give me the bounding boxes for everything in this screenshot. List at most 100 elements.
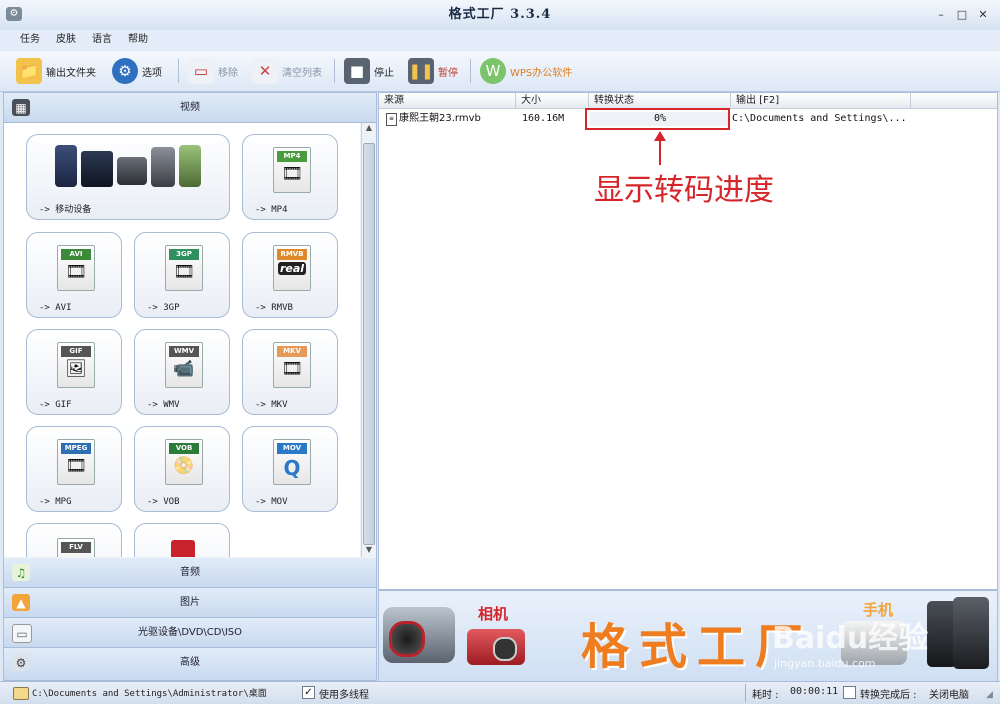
menu-skin[interactable]: 皮肤 — [56, 30, 76, 50]
smartphone-icon — [953, 597, 989, 669]
stop-label: 停止 — [374, 67, 394, 79]
mpeg-icon: MPEG 🎞 — [57, 439, 95, 485]
progress-highlight-box — [585, 108, 730, 130]
format-tag: AVI — [61, 249, 91, 260]
format-glyph: 📹 — [173, 359, 195, 379]
tile-flv[interactable]: FLV — [26, 523, 122, 557]
clear-list-label: 清空列表 — [282, 67, 322, 79]
disc-category-label: 光驱设备\DVD\CD\ISO — [137, 627, 243, 638]
options-button[interactable]: ⚙ 选项 — [112, 56, 162, 86]
video-category-label: 视频 — [180, 102, 200, 113]
column-header-output[interactable]: 输出 [F2] — [731, 93, 911, 109]
audio-category-header[interactable]: ♫ 音频 — [4, 558, 376, 588]
file-icon: ≡ — [386, 113, 397, 126]
toolbar-separator — [470, 59, 471, 83]
gif-icon: GIF 🖼 — [57, 342, 95, 388]
row-output: C:\Documents and Settings\... — [732, 113, 907, 124]
pause-icon: ❚❚ — [408, 58, 434, 84]
advanced-category-label: 高级 — [180, 657, 200, 668]
status-bar: C:\Documents and Settings\Administrator\… — [0, 681, 1000, 704]
window-title: 格式工厂 3.3.4 — [448, 7, 552, 22]
output-path[interactable]: C:\Documents and Settings\Administrator\… — [32, 686, 267, 699]
stop-button[interactable]: ■ 停止 — [344, 56, 394, 86]
image-category-label: 图片 — [180, 597, 200, 608]
tile-caption: -> RMVB — [255, 303, 293, 313]
menu-help[interactable]: 帮助 — [128, 30, 148, 50]
wps-button[interactable]: W WPS办公软件 — [480, 56, 572, 86]
flv-icon: FLV — [57, 538, 95, 557]
clear-list-button[interactable]: ✕ 清空列表 — [252, 56, 322, 86]
scroll-thumb[interactable] — [363, 143, 375, 545]
tile-mobile-devices[interactable]: -> 移动设备 — [26, 134, 230, 220]
tile-avi[interactable]: AVI 🎞 -> AVI — [26, 232, 122, 318]
disc-category-header[interactable]: ▭ 光驱设备\DVD\CD\ISO — [4, 618, 376, 648]
row-size: 160.16M — [522, 113, 565, 124]
tile-3gp[interactable]: 3GP 🎞 -> 3GP — [134, 232, 230, 318]
folder-icon: 📁 — [16, 58, 42, 84]
options-label: 选项 — [142, 67, 162, 79]
advanced-category-header[interactable]: ⚙ 高级 — [4, 648, 376, 681]
after-done-label: 转换完成后 : — [860, 690, 917, 701]
tile-wmv[interactable]: WMV 📹 -> WMV — [134, 329, 230, 415]
tile-swf[interactable] — [134, 523, 230, 557]
resize-grip-icon[interactable]: ◢ — [986, 690, 993, 700]
row-source: 康熙王朝23.rmvb — [399, 113, 481, 124]
scroll-up-arrow[interactable]: ▲ — [363, 123, 375, 135]
maximize-button[interactable]: □ — [955, 8, 969, 22]
toolbar-separator — [334, 59, 335, 83]
tile-caption: -> MOV — [255, 497, 288, 507]
shutdown-checkbox[interactable] — [843, 686, 856, 699]
mp4-icon: MP4 🎞 — [273, 147, 311, 193]
image-category-header[interactable]: ▲ 图片 — [4, 588, 376, 618]
tile-caption: -> 移动设备 — [39, 205, 92, 215]
folder-path-icon[interactable] — [13, 687, 29, 700]
format-glyph: 🎞 — [281, 164, 303, 184]
menu-language[interactable]: 语言 — [92, 30, 112, 50]
tile-caption: -> 3GP — [147, 303, 180, 313]
tile-vob[interactable]: VOB 📀 -> VOB — [134, 426, 230, 512]
remove-icon: ▭ — [188, 58, 214, 84]
column-header-status[interactable]: 转换状态 — [589, 93, 731, 109]
format-tag: MP4 — [277, 151, 307, 162]
column-header-size[interactable]: 大小 — [516, 93, 589, 109]
elapsed-time: 00:00:11 — [790, 686, 839, 697]
minimize-button[interactable]: – — [934, 8, 948, 22]
video-category-header[interactable]: ▦ 视频 — [4, 93, 376, 123]
tile-mp4[interactable]: MP4 🎞 -> MP4 — [242, 134, 338, 220]
pause-button[interactable]: ❚❚ 暂停 — [408, 56, 458, 86]
rmvb-icon: RMVB real — [273, 245, 311, 291]
output-folder-button[interactable]: 📁 输出文件夹 — [16, 56, 96, 86]
column-header-source[interactable]: 来源 — [379, 93, 516, 109]
category-panel: ▦ 视频 -> 移动设备 MP4 🎞 -> MP4 AVI 🎞 -> AVI 3… — [3, 92, 377, 682]
tile-caption: -> MP4 — [255, 205, 288, 215]
tile-mpg[interactable]: MPEG 🎞 -> MPG — [26, 426, 122, 512]
annotation-arrow — [654, 131, 666, 165]
menu-task[interactable]: 任务 — [20, 30, 40, 50]
promo-banner[interactable]: 相机 格式工厂 手机 Baidu经验 jingyan.baidu.com — [378, 590, 998, 682]
format-glyph: 📀 — [173, 456, 195, 476]
close-button[interactable]: ✕ — [976, 8, 990, 22]
mkv-icon: MKV 🎞 — [273, 342, 311, 388]
format-glyph: real — [278, 262, 306, 275]
options-icon: ⚙ — [112, 58, 138, 84]
after-done-value[interactable]: 关闭电脑 — [929, 686, 969, 701]
mobile-devices-icon — [55, 145, 201, 191]
multithread-checkbox[interactable]: ✓ — [302, 686, 315, 699]
swf-icon — [165, 538, 201, 557]
wps-icon: W — [480, 58, 506, 84]
watermark-text: Baidu经验 — [772, 621, 929, 656]
tile-rmvb[interactable]: RMVB real -> RMVB — [242, 232, 338, 318]
scroll-down-arrow[interactable]: ▼ — [363, 545, 375, 557]
tile-caption: -> GIF — [39, 400, 72, 410]
tile-caption: -> MKV — [255, 400, 288, 410]
digital-camera-icon — [467, 629, 525, 665]
tile-mov[interactable]: MOV Q -> MOV — [242, 426, 338, 512]
format-tag: WMV — [169, 346, 199, 357]
format-tag: MPEG — [61, 443, 91, 454]
format-tag: MKV — [277, 346, 307, 357]
remove-button[interactable]: ▭ 移除 — [188, 56, 238, 86]
tile-caption: -> VOB — [147, 497, 180, 507]
tile-gif[interactable]: GIF 🖼 -> GIF — [26, 329, 122, 415]
tile-mkv[interactable]: MKV 🎞 -> MKV — [242, 329, 338, 415]
annotation-text: 显示转码进度 — [594, 173, 774, 208]
